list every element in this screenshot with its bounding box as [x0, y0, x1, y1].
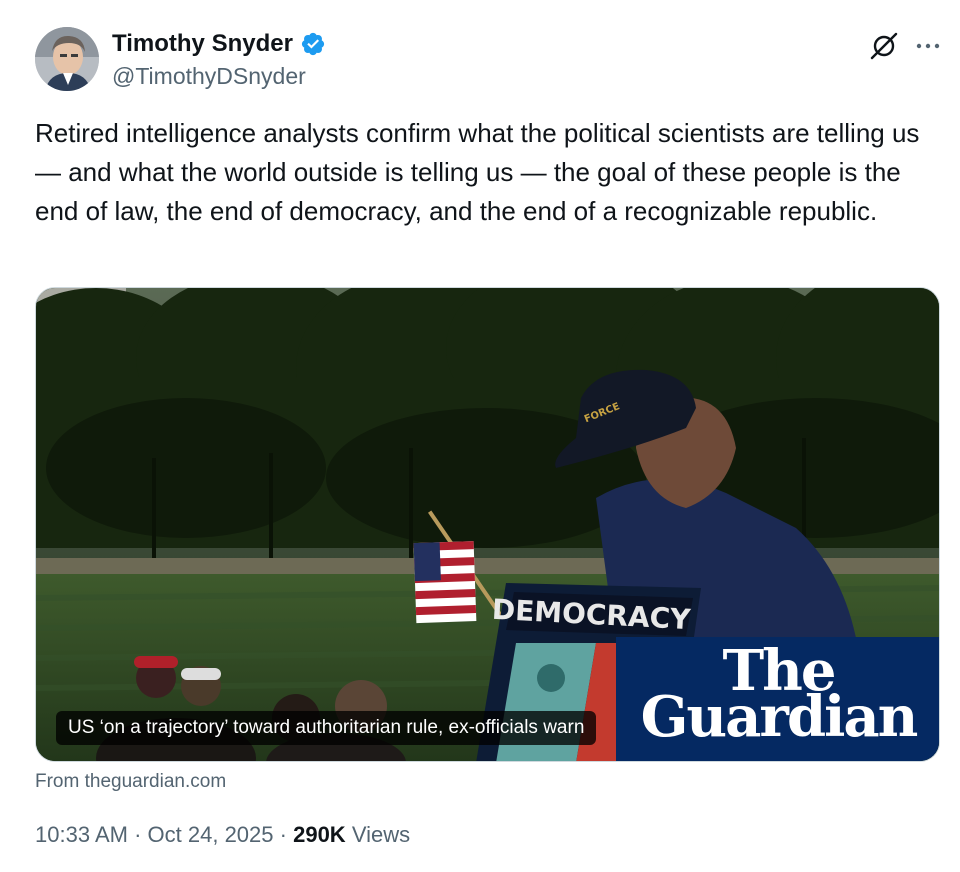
avatar[interactable] [35, 27, 99, 91]
post-date[interactable]: Oct 24, 2025 [148, 822, 274, 847]
author-handle[interactable]: @TimothyDSnyder [112, 62, 306, 90]
brand-line-2: Guardian [640, 684, 919, 750]
grok-button[interactable] [866, 28, 902, 64]
meta-separator: · [279, 822, 287, 847]
card-source[interactable]: From theguardian.com [35, 769, 226, 795]
card-headline[interactable]: US ‘on a trajectory’ toward authoritaria… [56, 711, 597, 745]
grok-icon [870, 32, 898, 60]
more-options-button[interactable] [910, 28, 946, 64]
author-name[interactable]: Timothy Snyder [112, 29, 293, 59]
views-label: Views [351, 822, 411, 847]
meta-separator: · [134, 822, 142, 847]
post-text: Retired intelligence analysts confirm wh… [35, 118, 920, 226]
views-count: 290K [293, 822, 346, 847]
link-card[interactable]: FORCE DEMOCRACY The Guardian US ‘on a tr… [35, 287, 940, 762]
verified-badge-icon[interactable] [300, 31, 326, 57]
guardian-logo: The Guardian [616, 637, 939, 761]
post: Timothy Snyder @TimothyDSnyder Retired i… [0, 0, 960, 872]
post-metadata: 10:33 AM · Oct 24, 2025 · 290K Views [35, 820, 410, 850]
post-time[interactable]: 10:33 AM [35, 822, 128, 847]
avatar-portrait [35, 27, 99, 91]
more-icon [916, 43, 940, 49]
